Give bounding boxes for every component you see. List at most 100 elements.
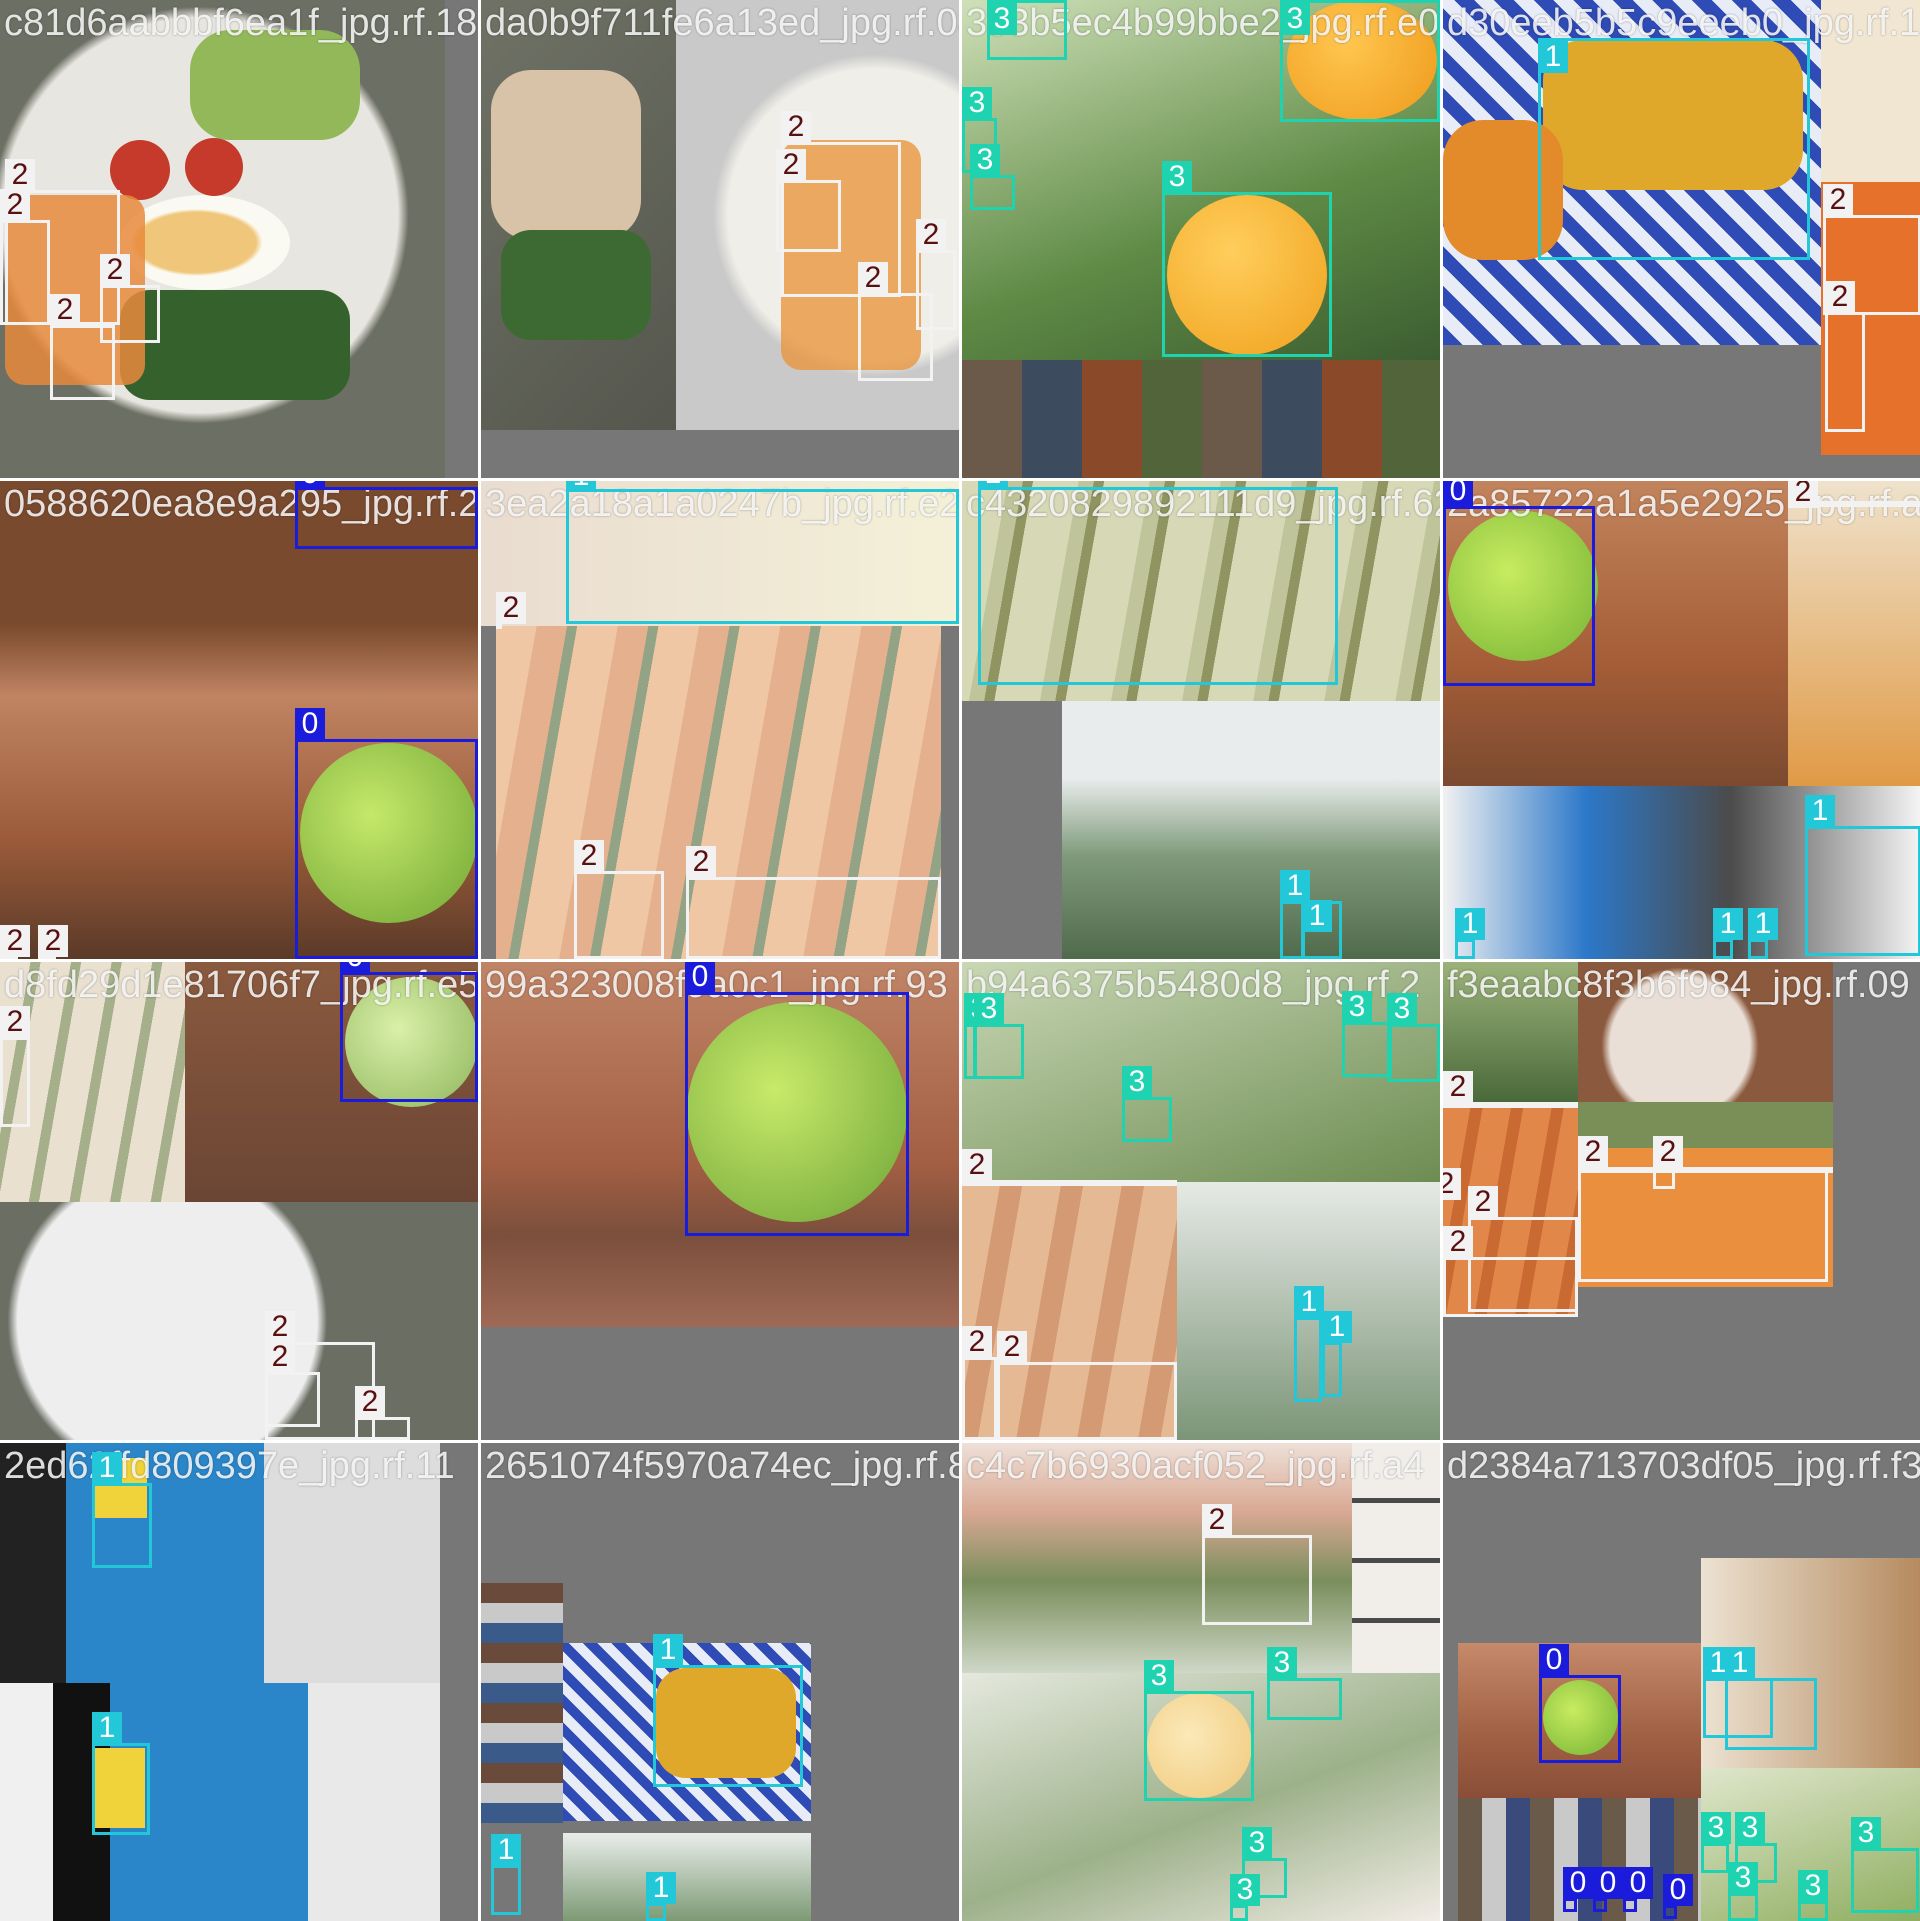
- mosaic-tile: 2ed62ffd809397e_jpg.rf.11 1 1: [0, 1443, 478, 1921]
- bok-choy: [501, 230, 651, 340]
- class-label: 2: [962, 1149, 992, 1181]
- class-label: 0: [1663, 1874, 1693, 1906]
- class-label: 1: [1455, 908, 1485, 940]
- class-label: 1: [646, 1872, 676, 1904]
- class-label: 3: [970, 144, 1000, 176]
- class-label: 2: [0, 925, 30, 957]
- mosaic-tile: 3ea2a18a1a0247b_jpg.rf.e2 1 2 2 2: [481, 481, 959, 959]
- thumbnail-strip: [962, 360, 1440, 478]
- cucumber-slices: [190, 30, 360, 140]
- tile-filename: da0b9f711fe6a13ed_jpg.rf.08: [485, 2, 959, 44]
- class-label: 3: [962, 87, 992, 119]
- class-label: 2: [265, 1311, 295, 1343]
- tile-filename: 2651074f5970a74ec_jpg.rf.88: [485, 1445, 959, 1487]
- class-label: 3: [1851, 1817, 1881, 1849]
- class-label: 3: [1267, 1647, 1297, 1679]
- class-label: 0: [685, 962, 715, 993]
- class-label: 2: [1443, 1071, 1473, 1103]
- mosaic-tile: c4c7b6930acf052_jpg.rf.a4 2 3 3 3 3: [962, 1443, 1440, 1921]
- banana-tree-photo: [1062, 701, 1440, 959]
- class-label: 0: [1539, 1644, 1569, 1676]
- mosaic-tile: d2384a713703df05_jpg.rf.f35 0 1 1 3 3 3 …: [1443, 1443, 1920, 1921]
- class-label: 2: [1788, 481, 1818, 508]
- mosaic-tile: b94a6375b5480d8_jpg.rf.2 3 3 3 3 3 2 2 2…: [962, 962, 1440, 1440]
- class-label: 1: [1725, 1647, 1755, 1679]
- class-label: 3: [1701, 1812, 1731, 1844]
- class-label: 1: [1538, 41, 1568, 73]
- mosaic-grid: c81d6aabbbf6ea1f_jpg.rf.18 2 2 2 2 da0b9…: [0, 0, 1920, 1921]
- class-label: 3: [1798, 1870, 1828, 1902]
- class-label: 0: [1593, 1867, 1623, 1899]
- class-label: 2: [0, 189, 30, 221]
- class-label: 3: [1122, 1066, 1152, 1098]
- class-label: 2: [1202, 1504, 1232, 1536]
- class-label: 2: [858, 262, 888, 294]
- class-label: 2: [781, 111, 811, 143]
- class-label: 1: [978, 481, 1008, 490]
- class-label: 2: [916, 219, 946, 251]
- tile-filename: c81d6aabbbf6ea1f_jpg.rf.18: [4, 2, 478, 44]
- class-label: 0: [340, 962, 370, 973]
- banana-tree-photo: [563, 1833, 811, 1921]
- class-label: 1: [1280, 870, 1310, 902]
- class-label: 2: [1578, 1136, 1608, 1168]
- class-label: 1: [1302, 900, 1332, 932]
- class-label: 3: [1280, 3, 1310, 35]
- class-label: 2: [776, 149, 806, 181]
- tomato: [185, 138, 243, 196]
- class-label: 1: [653, 1634, 683, 1666]
- mosaic-tile: da0b9f711fe6a13ed_jpg.rf.08 2 2 2 2: [481, 0, 959, 478]
- mosaic-tile: f3eaabc8f3b6f984_jpg.rf.09 2 2 2 2 2 2: [1443, 962, 1920, 1440]
- class-label: 1: [92, 1712, 122, 1744]
- class-label: 3: [1230, 1874, 1260, 1906]
- class-label: 3: [1162, 161, 1192, 193]
- mosaic-tile: d8fd29d1e81706f7_jpg.rf.e5 0 2 2 2 2: [0, 962, 478, 1440]
- tile-filename: f3eaabc8f3b6f984_jpg.rf.09: [1447, 964, 1910, 1006]
- class-label: 2: [1443, 1226, 1473, 1258]
- tile-filename: c4c7b6930acf052_jpg.rf.a4: [966, 1445, 1425, 1487]
- mosaic-tile: 353b5ec4b99bbe2_jpg.rf.e0 3 3 3 3 3: [962, 0, 1440, 478]
- tile-filename: d30eeb5b5c9eeeb0_jpg.rf.1: [1447, 2, 1920, 44]
- class-label: 3: [1144, 1660, 1174, 1692]
- class-label: 0: [1443, 481, 1473, 507]
- class-label: 3: [987, 3, 1017, 35]
- class-label: 0: [1563, 1867, 1593, 1899]
- class-label: 1: [1748, 908, 1778, 940]
- mosaic-tile: d30eeb5b5c9eeeb0_jpg.rf.1 1 2 2: [1443, 0, 1920, 478]
- class-label: 0: [295, 481, 325, 490]
- class-label: 2: [50, 294, 80, 326]
- class-label: 2: [5, 159, 35, 191]
- class-label: 3: [1728, 1862, 1758, 1894]
- class-label: 3: [1242, 1827, 1272, 1859]
- class-label: 2: [1653, 1136, 1683, 1168]
- salad-photo: [0, 1202, 478, 1440]
- class-label: 1: [491, 1834, 521, 1866]
- class-label: 2: [0, 1006, 30, 1038]
- mosaic-tile: 99a323008f9a0c1_jpg.rf.93 0: [481, 962, 959, 1440]
- mosaic-tile: 2651074f5970a74ec_jpg.rf.88 1 1 1: [481, 1443, 959, 1921]
- class-label: 3: [1342, 991, 1372, 1023]
- egg-slice: [120, 195, 290, 290]
- class-label: 1: [1805, 795, 1835, 827]
- class-label: 2: [962, 1326, 992, 1358]
- class-label: 2: [686, 846, 716, 878]
- class-label: 3: [1387, 993, 1417, 1025]
- class-label: 2: [997, 1331, 1027, 1363]
- mosaic-tile: c81d6aabbbf6ea1f_jpg.rf.18 2 2 2 2: [0, 0, 478, 478]
- class-label: 2: [355, 1386, 385, 1418]
- class-label: 0: [1623, 1867, 1653, 1899]
- thumbnail-strip: [481, 1583, 563, 1823]
- mosaic-tile: c4320829892111d9_jpg.rf.62 1 1 1: [962, 481, 1440, 959]
- class-label: 1: [1713, 908, 1743, 940]
- class-label: 2: [1443, 1168, 1461, 1200]
- class-label: 1: [92, 1452, 122, 1484]
- class-label: 2: [265, 1341, 295, 1373]
- class-label: 2: [1468, 1186, 1498, 1218]
- class-label: 3: [974, 993, 1004, 1025]
- class-label: 1: [566, 481, 596, 492]
- class-label: 3: [1735, 1812, 1765, 1844]
- class-label: 2: [496, 592, 526, 624]
- class-label: 2: [1823, 184, 1853, 216]
- poster-wall-photo: [0, 1683, 440, 1921]
- class-label: 2: [38, 925, 68, 957]
